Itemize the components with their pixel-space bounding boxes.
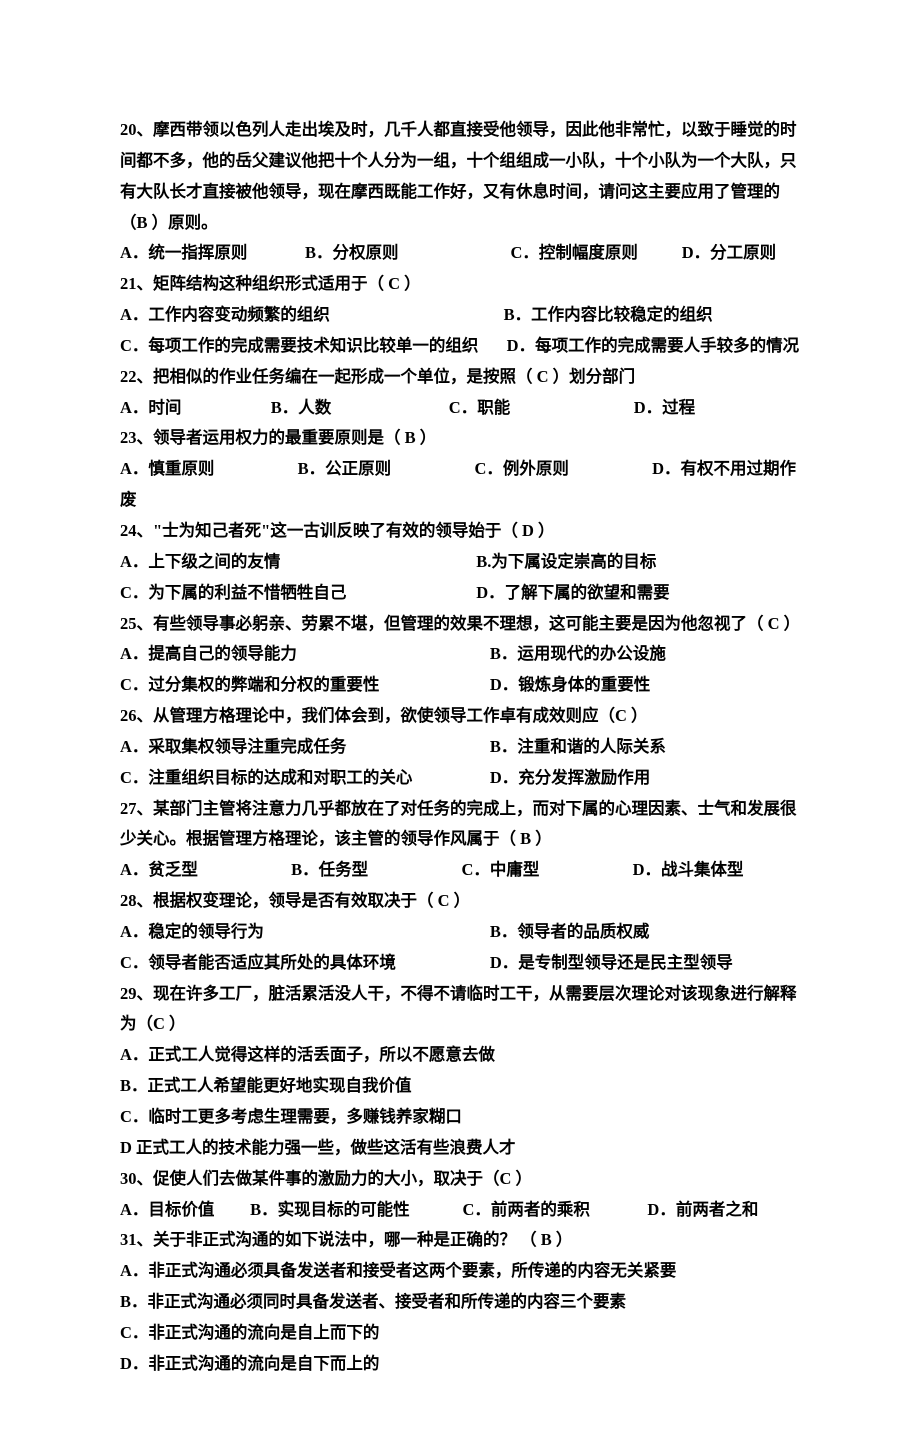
- question-stem: 21、矩阵结构这种组织形式适用于（ C ）: [120, 269, 805, 300]
- options: A．稳定的领导行为 B．领导者的品质权威 C．领导者能否适应其所处的具体环境 D…: [120, 917, 805, 979]
- option-b: B．实现目标的可能性: [250, 1195, 462, 1226]
- option-d: D．锻炼身体的重要性: [490, 670, 805, 701]
- options: A．正式工人觉得这样的活丢面子，所以不愿意去做 B．正式工人希望能更好地实现自我…: [120, 1040, 805, 1163]
- question-stem: 23、领导者运用权力的最重要原则是（ B ）: [120, 423, 805, 454]
- option-b: B．任务型: [291, 860, 368, 879]
- option-b: B．非正式沟通必须同时具备发送者、接受者和所传递的内容三个要素: [120, 1287, 805, 1318]
- options: A．采取集权领导注重完成任务 B．注重和谐的人际关系 C．注重组织目标的达成和对…: [120, 732, 805, 794]
- options: A．提高自己的领导能力 B．运用现代的办公设施 C．过分集权的弊端和分权的重要性…: [120, 639, 805, 701]
- options: A．上下级之间的友情 B.为下属设定崇高的目标 C．为下属的利益不惜牺牲自己 D…: [120, 547, 805, 609]
- option-a: A．慎重原则: [120, 459, 214, 478]
- option-b: B．公正原则: [298, 459, 392, 478]
- question-20: 20、摩西带领以色列人走出埃及时，几千人都直接受他领导，因此他非常忙，以致于睡觉…: [120, 115, 805, 269]
- option-a: A．提高自己的领导能力: [120, 639, 490, 670]
- option-d: D．前两者之和: [647, 1195, 805, 1226]
- options: A．慎重原则 B．公正原则 C．例外原则 D．有权不用过期作废: [120, 454, 805, 516]
- question-stem: 30、促使人们去做某件事的激励力的大小，取决于（C ）: [120, 1164, 805, 1195]
- option-c: C．例外原则: [474, 459, 568, 478]
- options: A．贫乏型 B．任务型 C．中庸型 D．战斗集体型: [120, 855, 805, 886]
- option-b: B．运用现代的办公设施: [490, 639, 805, 670]
- question-stem: 31、关于非正式沟通的如下说法中，哪一种是正确的？ （ B ）: [120, 1225, 805, 1256]
- options-row2: C．每项工作的完成需要技术知识比较单一的组织 D．每项工作的完成需要人手较多的情…: [120, 331, 805, 362]
- option-b: B．领导者的品质权威: [490, 917, 805, 948]
- question-stem: 25、有些领导事必躬亲、劳累不堪，但管理的效果不理想，这可能主要是因为他忽视了（…: [120, 609, 805, 640]
- option-d: D．有权不用过期作废: [120, 459, 796, 509]
- question-stem: 26、从管理方格理论中，我们体会到，欲使领导工作卓有成效则应（C ）: [120, 701, 805, 732]
- option-b: B．工作内容比较稳定的组织: [504, 300, 805, 331]
- question-26: 26、从管理方格理论中，我们体会到，欲使领导工作卓有成效则应（C ） A．采取集…: [120, 701, 805, 794]
- option-a: A．工作内容变动频繁的组织: [120, 300, 504, 331]
- question-21: 21、矩阵结构这种组织形式适用于（ C ） A．工作内容变动频繁的组织 B．工作…: [120, 269, 805, 362]
- option-a: A．统一指挥原则: [120, 238, 305, 269]
- question-stem: 20、摩西带领以色列人走出埃及时，几千人都直接受他领导，因此他非常忙，以致于睡觉…: [120, 115, 805, 238]
- option-a: A．正式工人觉得这样的活丢面子，所以不愿意去做: [120, 1040, 805, 1071]
- option-d: D．了解下属的欲望和需要: [476, 578, 805, 609]
- question-22: 22、把相似的作业任务编在一起形成一个单位，是按照（ C ）划分部门 A．时间 …: [120, 362, 805, 424]
- option-a: A．非正式沟通必须具备发送者和接受者这两个要素，所传递的内容无关紧要: [120, 1256, 805, 1287]
- question-24: 24、"士为知己者死"这一古训反映了有效的领导始于（ D ） A．上下级之间的友…: [120, 516, 805, 609]
- option-d: D 正式工人的技术能力强一些，做些这活有些浪费人才: [120, 1133, 805, 1164]
- question-stem: 24、"士为知己者死"这一古训反映了有效的领导始于（ D ）: [120, 516, 805, 547]
- option-b: B．人数: [271, 393, 449, 424]
- option-c: C．中庸型: [461, 860, 539, 879]
- question-stem: 28、根据权变理论，领导是否有效取决于（ C ）: [120, 886, 805, 917]
- question-stem: 22、把相似的作业任务编在一起形成一个单位，是按照（ C ）划分部门: [120, 362, 805, 393]
- question-30: 30、促使人们去做某件事的激励力的大小，取决于（C ） A．目标价值 B．实现目…: [120, 1164, 805, 1226]
- option-c: C．注重组织目标的达成和对职工的关心: [120, 763, 490, 794]
- options: A．时间 B．人数 C．职能 D．过程: [120, 393, 805, 424]
- question-23: 23、领导者运用权力的最重要原则是（ B ） A．慎重原则 B．公正原则 C．例…: [120, 423, 805, 516]
- option-d: D．分工原则: [682, 238, 805, 269]
- option-b: B．正式工人希望能更好地实现自我价值: [120, 1071, 805, 1102]
- option-d: D．是专制型领导还是民主型领导: [490, 948, 805, 979]
- question-28: 28、根据权变理论，领导是否有效取决于（ C ） A．稳定的领导行为 B．领导者…: [120, 886, 805, 979]
- option-c: C．前两者的乘积: [462, 1195, 647, 1226]
- question-25: 25、有些领导事必躬亲、劳累不堪，但管理的效果不理想，这可能主要是因为他忽视了（…: [120, 609, 805, 702]
- option-c: C．领导者能否适应其所处的具体环境: [120, 948, 490, 979]
- question-27: 27、某部门主管将注意力几乎都放在了对任务的完成上，而对下属的心理因素、士气和发…: [120, 794, 805, 887]
- option-d: D．过程: [634, 393, 805, 424]
- options: A．非正式沟通必须具备发送者和接受者这两个要素，所传递的内容无关紧要 B．非正式…: [120, 1256, 805, 1379]
- option-c: C．控制幅度原则: [510, 238, 681, 269]
- question-stem: 29、现在许多工厂，脏活累活没人干，不得不请临时工干，从需要层次理论对该现象进行…: [120, 979, 805, 1041]
- options: A．工作内容变动频繁的组织 B．工作内容比较稳定的组织: [120, 300, 805, 331]
- option-d: D．每项工作的完成需要人手较多的情况: [507, 336, 799, 355]
- option-a: A．上下级之间的友情: [120, 547, 476, 578]
- option-c: C．职能: [449, 393, 634, 424]
- question-31: 31、关于非正式沟通的如下说法中，哪一种是正确的？ （ B ） A．非正式沟通必…: [120, 1225, 805, 1379]
- option-d: D．非正式沟通的流向是自下而上的: [120, 1349, 805, 1380]
- option-c: C．每项工作的完成需要技术知识比较单一的组织: [120, 336, 478, 355]
- option-b: B．分权原则: [305, 238, 511, 269]
- option-a: A．采取集权领导注重完成任务: [120, 732, 490, 763]
- option-c: C．非正式沟通的流向是自上而下的: [120, 1318, 805, 1349]
- option-b: B．注重和谐的人际关系: [490, 732, 805, 763]
- question-stem: 27、某部门主管将注意力几乎都放在了对任务的完成上，而对下属的心理因素、士气和发…: [120, 794, 805, 856]
- option-c: C．为下属的利益不惜牺牲自己: [120, 578, 476, 609]
- option-c: C．临时工更多考虑生理需要，多赚钱养家糊口: [120, 1102, 805, 1133]
- option-d: D．战斗集体型: [633, 860, 744, 879]
- option-a: A．目标价值: [120, 1195, 250, 1226]
- option-a: A．时间: [120, 393, 271, 424]
- option-a: A．稳定的领导行为: [120, 917, 490, 948]
- option-d: D．充分发挥激励作用: [490, 763, 805, 794]
- question-29: 29、现在许多工厂，脏活累活没人干，不得不请临时工干，从需要层次理论对该现象进行…: [120, 979, 805, 1164]
- options: A．统一指挥原则 B．分权原则 C．控制幅度原则 D．分工原则: [120, 238, 805, 269]
- options: A．目标价值 B．实现目标的可能性 C．前两者的乘积 D．前两者之和: [120, 1195, 805, 1226]
- option-b: B.为下属设定崇高的目标: [476, 547, 805, 578]
- option-a: A．贫乏型: [120, 860, 198, 879]
- option-c: C．过分集权的弊端和分权的重要性: [120, 670, 490, 701]
